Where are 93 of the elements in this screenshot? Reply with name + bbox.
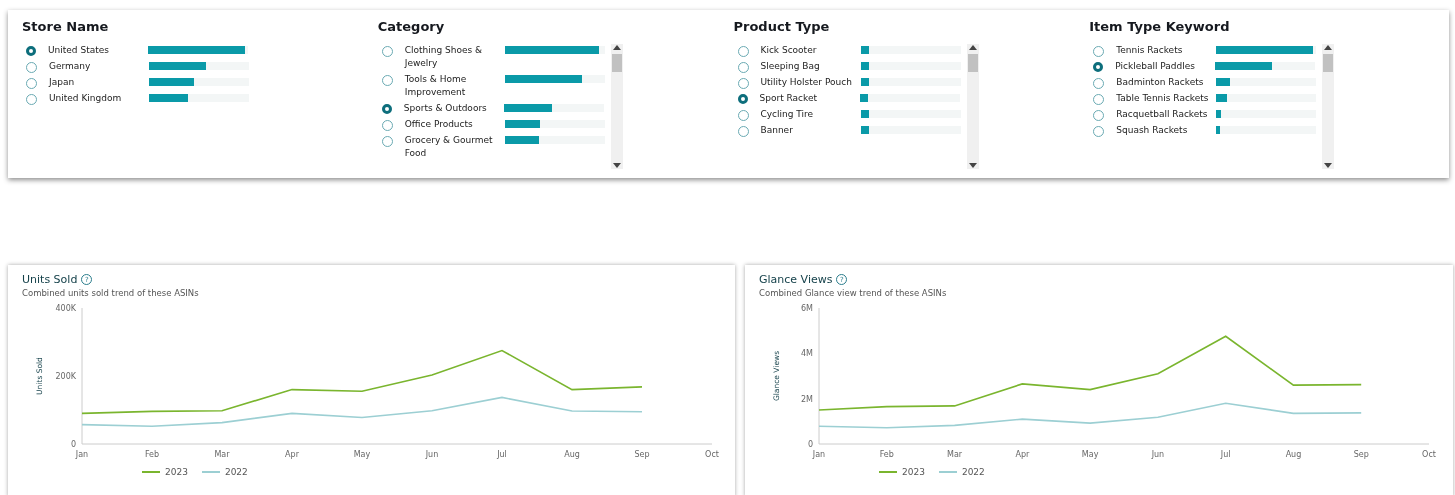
scrollbar[interactable] (610, 44, 623, 169)
radio-button[interactable] (1093, 46, 1105, 57)
radio-button[interactable] (1093, 78, 1105, 89)
chart-title: Glance Views (759, 273, 833, 286)
x-tick-label: May (1081, 450, 1099, 459)
x-tick-label: Apr (285, 450, 299, 459)
radio-button[interactable] (737, 126, 749, 137)
y-tick-label: 4M (801, 349, 813, 359)
x-tick-label: Aug (564, 450, 580, 459)
scroll-down-icon[interactable] (612, 163, 621, 169)
option-label[interactable]: Tools & Home Improvement (404, 73, 503, 99)
scroll-up-icon[interactable] (612, 44, 621, 50)
x-tick-label: Feb (144, 450, 160, 459)
option-label[interactable]: Tennis Rackets (1116, 44, 1215, 57)
radio-button[interactable] (26, 78, 37, 89)
y-tick-label: 2M (801, 394, 813, 404)
legend-label[interactable]: 2022 (224, 467, 248, 477)
option-label[interactable]: Pickleball Paddles (1115, 60, 1214, 73)
x-tick-label: Jun (425, 450, 439, 459)
x-tick-label: Oct (1422, 450, 1436, 459)
x-tick-label: Sep (1353, 450, 1369, 459)
option-label[interactable]: Racquetball Rackets (1116, 108, 1215, 121)
x-tick-label: Feb (879, 450, 894, 459)
x-tick-label: Sep (634, 450, 650, 459)
radio-button[interactable] (737, 78, 749, 89)
option-label[interactable]: Germany (49, 60, 147, 73)
option-label[interactable]: Table Tennis Rackets (1116, 92, 1215, 105)
y-tick-label: 0 (70, 440, 76, 449)
x-tick-label: Jun (1151, 450, 1165, 459)
radio-button[interactable] (1093, 62, 1104, 72)
radio-button[interactable] (737, 46, 749, 57)
legend-label[interactable]: 2022 (961, 467, 985, 477)
legend-label[interactable]: 2023 (165, 467, 188, 477)
scroll-down-icon[interactable] (968, 163, 977, 169)
scrollbar[interactable] (1322, 44, 1335, 169)
y-tick-label: 6M (801, 304, 813, 313)
option-label[interactable]: Office Products (404, 118, 503, 131)
chart-subtitle: Combined units sold trend of these ASINs (22, 288, 200, 298)
x-tick-label: Apr (1015, 450, 1030, 459)
x-tick-label: Jul (1220, 450, 1231, 459)
y-tick-label: 0 (807, 440, 813, 449)
radio-button[interactable] (1093, 126, 1105, 137)
x-tick-label: Oct (705, 450, 719, 459)
option-label[interactable]: Cycling Tire (760, 108, 859, 121)
option-label[interactable]: Japan (49, 76, 147, 89)
radio-button[interactable] (737, 110, 749, 121)
radio-button[interactable] (381, 75, 393, 86)
legend-label[interactable]: 2023 (902, 467, 925, 477)
radio-button[interactable] (381, 136, 393, 147)
filter-title: Category (377, 19, 446, 34)
scroll-down-icon[interactable] (1324, 163, 1333, 169)
chart-subtitle: Combined Glance view trend of these ASINs (759, 288, 948, 298)
scroll-up-icon[interactable] (968, 44, 977, 50)
radio-button[interactable] (381, 46, 393, 57)
radio-button[interactable] (381, 104, 392, 114)
option-label[interactable]: Kick Scooter (760, 44, 859, 57)
option-label[interactable]: Banner (760, 124, 859, 137)
x-tick-label: Jan (812, 450, 826, 459)
radio-button[interactable] (737, 94, 748, 104)
radio-button[interactable] (381, 120, 393, 131)
scrollbar[interactable] (966, 44, 979, 169)
radio-button[interactable] (26, 46, 36, 56)
option-label[interactable]: United States (48, 44, 146, 57)
option-label[interactable]: Sports & Outdoors (403, 102, 502, 115)
x-tick-label: Jul (497, 450, 507, 459)
scroll-up-icon[interactable] (1324, 44, 1333, 50)
radio-button[interactable] (26, 94, 37, 105)
radio-button[interactable] (26, 62, 37, 73)
scroll-thumb[interactable] (967, 54, 978, 72)
y-tick-label: 200K (55, 372, 76, 381)
x-tick-label: Mar (214, 450, 230, 459)
chart-title: Units Sold (22, 273, 78, 286)
scroll-thumb[interactable] (1323, 54, 1334, 72)
option-label[interactable]: Squash Rackets (1116, 124, 1215, 137)
filter-title: Product Type (733, 19, 831, 34)
radio-button[interactable] (1093, 110, 1105, 121)
radio-button[interactable] (1093, 94, 1105, 105)
option-label[interactable]: Sport Racket (759, 92, 858, 105)
option-label[interactable]: Grocery & Gourmet Food (404, 134, 503, 160)
option-label[interactable]: Clothing Shoes & Jewelry (404, 44, 503, 70)
option-label[interactable]: Sleeping Bag (760, 60, 859, 73)
filter-title: Store Name (22, 19, 110, 34)
option-label[interactable]: Utility Holster Pouch (760, 76, 859, 89)
y-tick-label: 400K (55, 304, 76, 313)
filter-title: Item Type Keyword (1089, 19, 1231, 34)
x-tick-label: Aug (1285, 450, 1302, 459)
x-tick-label: May (353, 450, 371, 459)
option-label[interactable]: Badminton Rackets (1116, 76, 1215, 89)
x-tick-label: Jan (75, 450, 89, 459)
x-tick-label: Mar (947, 450, 963, 459)
scroll-thumb[interactable] (611, 54, 622, 72)
radio-button[interactable] (737, 62, 749, 73)
option-label[interactable]: United Kingdom (49, 92, 147, 105)
